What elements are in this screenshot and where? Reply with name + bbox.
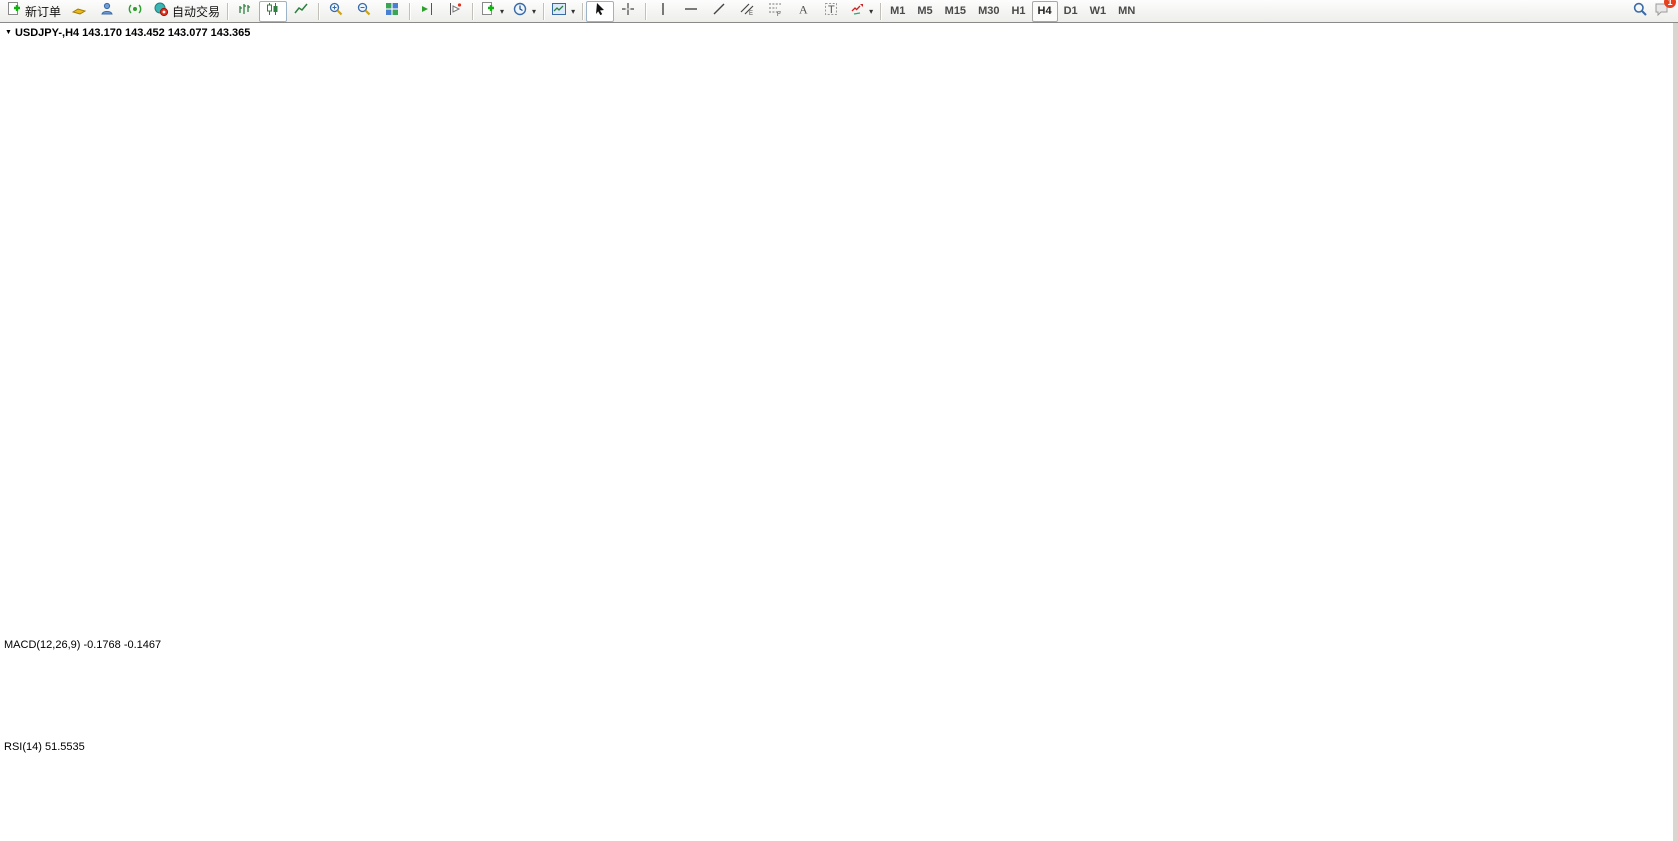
new-order-button[interactable]: 新订单 xyxy=(2,1,65,22)
line-icon xyxy=(293,1,309,22)
tile-windows-button[interactable] xyxy=(378,1,406,22)
vertical-line-button[interactable] xyxy=(649,1,677,22)
text-label-button[interactable]: T xyxy=(817,1,845,22)
chevron-down-icon[interactable]: ▾ xyxy=(532,7,536,16)
bar-chart-button[interactable] xyxy=(231,1,259,22)
notifications-icon[interactable]: 1 xyxy=(1654,1,1670,22)
chevron-down-icon[interactable]: ▾ xyxy=(571,7,575,16)
notification-badge: 1 xyxy=(1664,0,1676,8)
timeframe-d1-button[interactable]: D1 xyxy=(1058,1,1084,22)
window-edge xyxy=(1673,0,1678,841)
text-button[interactable]: A xyxy=(789,1,817,22)
toolbar-separator xyxy=(227,3,228,20)
signal-icon xyxy=(127,1,143,22)
chevron-down-icon[interactable]: ▾ xyxy=(500,7,504,16)
toolbar-separator xyxy=(543,3,544,20)
timeframe-h4-button[interactable]: H4 xyxy=(1032,1,1058,22)
chart-bar-gold-button[interactable] xyxy=(65,1,93,22)
mt4-window: 新订单自动交易▾▾▾EFAT▾M1M5M15M30H1H4D1W1MN1 ▼US… xyxy=(0,0,1678,841)
timeframe-w1-button[interactable]: W1 xyxy=(1084,1,1113,22)
tline-icon xyxy=(711,1,727,22)
search-icon[interactable] xyxy=(1632,1,1648,22)
toolbar-separator xyxy=(318,3,319,20)
zoom-out-button[interactable] xyxy=(350,1,378,22)
toolbar-separator xyxy=(880,3,881,20)
equidistant-channel-button[interactable]: E xyxy=(733,1,761,22)
toolbar-separator xyxy=(582,3,583,20)
fibo-icon: F xyxy=(767,1,783,22)
arrows-button[interactable]: ▾ xyxy=(845,1,877,22)
auto-trading-button[interactable]: 自动交易 xyxy=(149,1,224,22)
horizontal-line-button[interactable] xyxy=(677,1,705,22)
bars-icon xyxy=(237,1,253,22)
cursor-button[interactable] xyxy=(586,1,614,22)
profile-button[interactable] xyxy=(93,1,121,22)
main-toolbar: 新订单 自动交易 ▾ ▾ ▾ E F A T ▾ M1M5M15M30H1H4D1W1MN 1 xyxy=(0,0,1678,23)
templates-button[interactable]: ▾ xyxy=(547,1,579,22)
timeframe-m15-button[interactable]: M15 xyxy=(939,1,972,22)
timeframe-m30-button[interactable]: M30 xyxy=(972,1,1005,22)
zoom-out-icon xyxy=(356,1,372,22)
page-plus-icon xyxy=(6,1,22,22)
crosshair-button[interactable] xyxy=(614,1,642,22)
zoom-in-button[interactable] xyxy=(322,1,350,22)
channel-icon: E xyxy=(739,1,755,22)
page-plus-icon xyxy=(480,1,496,22)
trendline-button[interactable] xyxy=(705,1,733,22)
cursor-icon xyxy=(592,1,608,22)
gold-icon xyxy=(71,1,87,22)
svg-text:A: A xyxy=(799,2,808,16)
auto-icon xyxy=(153,1,169,22)
svg-text:E: E xyxy=(749,11,753,17)
svg-text:F: F xyxy=(777,12,781,17)
timeframe-m5-button[interactable]: M5 xyxy=(911,1,938,22)
chevron-down-icon[interactable]: ▾ xyxy=(869,7,873,16)
shift-red-icon xyxy=(447,1,463,22)
svg-text:T: T xyxy=(828,4,835,16)
chart-area[interactable] xyxy=(0,0,1678,841)
periods-button[interactable]: ▾ xyxy=(508,1,540,22)
candles-icon xyxy=(265,1,281,22)
shapes-icon xyxy=(849,1,865,22)
crosshair-icon xyxy=(620,1,636,22)
line-chart-button[interactable] xyxy=(287,1,315,22)
candlestick-chart-button[interactable] xyxy=(259,1,287,22)
user-icon xyxy=(99,1,115,22)
textT-icon: T xyxy=(823,1,839,22)
timeframe-mn-button[interactable]: MN xyxy=(1112,1,1141,22)
auto-scroll-button[interactable] xyxy=(413,1,441,22)
vline-icon xyxy=(655,1,671,22)
timeframe-m1-button[interactable]: M1 xyxy=(884,1,911,22)
chart-shift-button[interactable] xyxy=(441,1,469,22)
textA-icon: A xyxy=(795,1,811,22)
shift-green-icon xyxy=(419,1,435,22)
zoom-in-icon xyxy=(328,1,344,22)
toolbar-separator xyxy=(472,3,473,20)
fibonacci-button[interactable]: F xyxy=(761,1,789,22)
auto-trading-button-label: 自动交易 xyxy=(172,3,220,20)
toolbar-separator xyxy=(645,3,646,20)
indicators-button[interactable]: ▾ xyxy=(476,1,508,22)
tiles-icon xyxy=(384,1,400,22)
chartwin-icon xyxy=(551,1,567,22)
hline-icon xyxy=(683,1,699,22)
timeframe-h1-button[interactable]: H1 xyxy=(1005,1,1031,22)
clock-icon xyxy=(512,1,528,22)
new-order-button-label: 新订单 xyxy=(25,3,61,20)
toolbar-separator xyxy=(409,3,410,20)
signals-button[interactable] xyxy=(121,1,149,22)
